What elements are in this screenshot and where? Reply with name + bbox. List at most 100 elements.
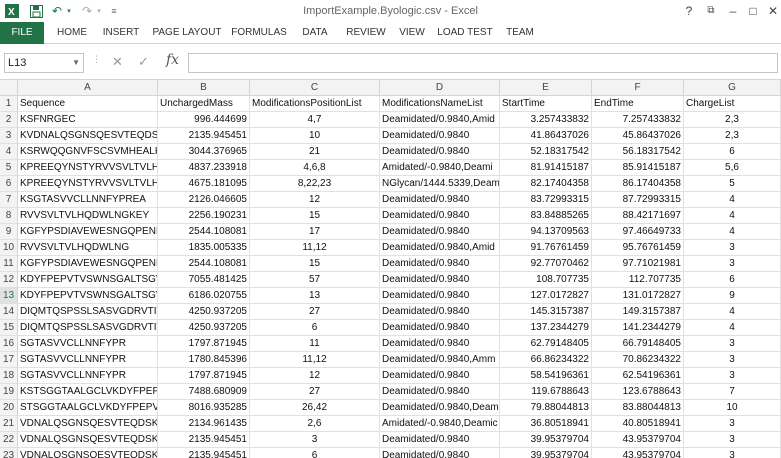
- table-cell[interactable]: 43.95379704: [592, 432, 684, 448]
- tab-data[interactable]: DATA: [296, 22, 334, 44]
- row-header[interactable]: 3: [0, 128, 18, 144]
- table-cell[interactable]: 131.0172827: [592, 288, 684, 304]
- table-cell[interactable]: 123.6788643: [592, 384, 684, 400]
- row-header[interactable]: 5: [0, 160, 18, 176]
- table-cell[interactable]: KSFNRGEC: [18, 112, 158, 128]
- table-cell[interactable]: Deamidated/0.9840: [380, 272, 500, 288]
- table-cell[interactable]: SGTASVVCLLNNFYPR: [18, 368, 158, 384]
- table-cell[interactable]: 15: [250, 256, 380, 272]
- table-cell[interactable]: 1780.845396: [158, 352, 250, 368]
- table-cell[interactable]: 3: [684, 240, 781, 256]
- name-box[interactable]: L13 ▼: [4, 53, 84, 73]
- table-cell[interactable]: 95.76761459: [592, 240, 684, 256]
- table-cell[interactable]: KSGTASVVCLLNNFYPREA: [18, 192, 158, 208]
- table-cell[interactable]: 2,6: [250, 416, 380, 432]
- table-cell[interactable]: Deamidated/0.9840: [380, 448, 500, 458]
- table-cell[interactable]: 91.76761459: [500, 240, 592, 256]
- table-cell[interactable]: 41.86437026: [500, 128, 592, 144]
- table-cell[interactable]: 83.84885265: [500, 208, 592, 224]
- table-cell[interactable]: 1797.871945: [158, 336, 250, 352]
- column-header-e[interactable]: E: [500, 80, 592, 96]
- table-cell[interactable]: 9: [684, 288, 781, 304]
- column-header-d[interactable]: D: [380, 80, 500, 96]
- column-title-cell[interactable]: UnchargedMass: [158, 96, 250, 112]
- table-cell[interactable]: 3: [684, 352, 781, 368]
- table-cell[interactable]: 27: [250, 304, 380, 320]
- table-cell[interactable]: 66.79148405: [592, 336, 684, 352]
- table-cell[interactable]: 112.707735: [592, 272, 684, 288]
- table-cell[interactable]: 97.71021981: [592, 256, 684, 272]
- table-cell[interactable]: 87.72993315: [592, 192, 684, 208]
- tab-page-layout[interactable]: PAGE LAYOUT: [150, 22, 224, 44]
- table-cell[interactable]: 83.88044813: [592, 400, 684, 416]
- table-cell[interactable]: 56.18317542: [592, 144, 684, 160]
- table-cell[interactable]: 4: [684, 208, 781, 224]
- column-title-cell[interactable]: ModificationsPositionList: [250, 96, 380, 112]
- table-cell[interactable]: 108.707735: [500, 272, 592, 288]
- table-cell[interactable]: 2,3: [684, 112, 781, 128]
- table-cell[interactable]: 996.444699: [158, 112, 250, 128]
- column-header-a[interactable]: A: [18, 80, 158, 96]
- row-header[interactable]: 2: [0, 112, 18, 128]
- table-cell[interactable]: 145.3157387: [500, 304, 592, 320]
- table-cell[interactable]: 43.95379704: [592, 448, 684, 458]
- table-cell[interactable]: Deamidated/0.9840,Amm: [380, 352, 500, 368]
- table-cell[interactable]: 86.17404358: [592, 176, 684, 192]
- table-cell[interactable]: 3: [684, 416, 781, 432]
- table-cell[interactable]: 12: [250, 192, 380, 208]
- table-cell[interactable]: Deamidated/0.9840: [380, 192, 500, 208]
- row-header[interactable]: 10: [0, 240, 18, 256]
- table-cell[interactable]: 79.88044813: [500, 400, 592, 416]
- table-cell[interactable]: RVVSVLTVLHQDWLNGKEY: [18, 208, 158, 224]
- table-cell[interactable]: Deamidated/0.9840: [380, 224, 500, 240]
- column-title-cell[interactable]: Sequence: [18, 96, 158, 112]
- table-cell[interactable]: KSRWQQGNVFSCSVMHEALHN: [18, 144, 158, 160]
- table-cell[interactable]: Deamidated/0.9840: [380, 144, 500, 160]
- table-cell[interactable]: 11: [250, 336, 380, 352]
- row-header[interactable]: 7: [0, 192, 18, 208]
- table-cell[interactable]: 4: [684, 192, 781, 208]
- table-cell[interactable]: 10: [250, 128, 380, 144]
- table-cell[interactable]: 7.257433832: [592, 112, 684, 128]
- table-cell[interactable]: STSGGTAALGCLVKDYFPEPVTV: [18, 400, 158, 416]
- table-cell[interactable]: 27: [250, 384, 380, 400]
- table-cell[interactable]: 92.77070462: [500, 256, 592, 272]
- table-cell[interactable]: 6: [684, 144, 781, 160]
- table-cell[interactable]: SGTASVVCLLNNFYPR: [18, 352, 158, 368]
- column-header-c[interactable]: C: [250, 80, 380, 96]
- table-cell[interactable]: 2544.108081: [158, 256, 250, 272]
- column-header-g[interactable]: G: [684, 80, 781, 96]
- table-cell[interactable]: Deamidated/0.9840: [380, 320, 500, 336]
- column-title-cell[interactable]: StartTime: [500, 96, 592, 112]
- row-header[interactable]: 19: [0, 384, 18, 400]
- table-cell[interactable]: 58.54196361: [500, 368, 592, 384]
- table-cell[interactable]: 11,12: [250, 240, 380, 256]
- table-cell[interactable]: KGFYPSDIAVEWESNGQPENNY: [18, 256, 158, 272]
- table-cell[interactable]: 10: [684, 400, 781, 416]
- row-header[interactable]: 23: [0, 448, 18, 458]
- row-header[interactable]: 9: [0, 224, 18, 240]
- table-cell[interactable]: 66.86234322: [500, 352, 592, 368]
- table-cell[interactable]: 97.46649733: [592, 224, 684, 240]
- table-cell[interactable]: Deamidated/0.9840: [380, 304, 500, 320]
- table-cell[interactable]: 2135.945451: [158, 128, 250, 144]
- minimize-button[interactable]: –: [722, 2, 744, 20]
- row-header[interactable]: 6: [0, 176, 18, 192]
- table-cell[interactable]: 57: [250, 272, 380, 288]
- table-cell[interactable]: 3: [684, 448, 781, 458]
- table-cell[interactable]: 2,3: [684, 128, 781, 144]
- table-cell[interactable]: 52.18317542: [500, 144, 592, 160]
- table-cell[interactable]: Deamidated/0.9840,Amid: [380, 240, 500, 256]
- table-cell[interactable]: 62.79148405: [500, 336, 592, 352]
- table-cell[interactable]: 15: [250, 208, 380, 224]
- table-cell[interactable]: 137.2344279: [500, 320, 592, 336]
- table-cell[interactable]: KPREEQYNSTYRVVSVLTVLHQD: [18, 176, 158, 192]
- table-cell[interactable]: 4250.937205: [158, 320, 250, 336]
- table-cell[interactable]: DIQMTQSPSSLSASVGDRVTITC: [18, 320, 158, 336]
- table-cell[interactable]: 36.80518941: [500, 416, 592, 432]
- close-button[interactable]: ✕: [762, 2, 781, 20]
- table-cell[interactable]: KVDNALQSGNSQESVTEQDS: [18, 128, 158, 144]
- table-cell[interactable]: 3: [684, 432, 781, 448]
- table-cell[interactable]: KDYFPEPVTVSWNSGALTSGVH: [18, 288, 158, 304]
- table-cell[interactable]: KGFYPSDIAVEWESNGQPENNY: [18, 224, 158, 240]
